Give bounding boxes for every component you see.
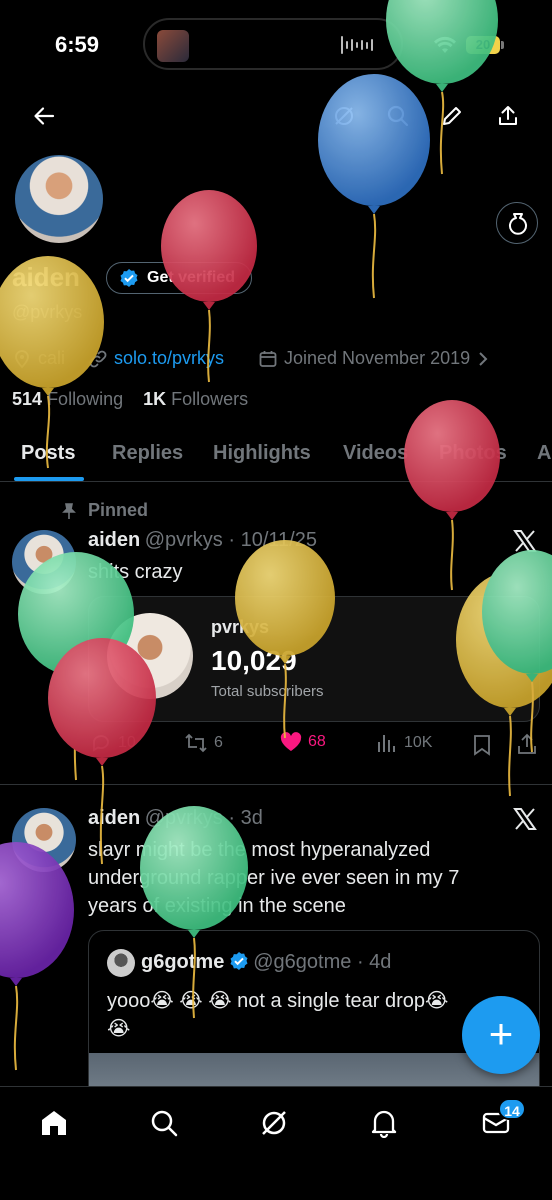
now-playing-artwork xyxy=(157,30,189,62)
pinned-label: Pinned xyxy=(88,500,149,520)
profile-name: aiden xyxy=(12,262,80,292)
following-link[interactable]: 514 Following xyxy=(12,389,123,409)
profile-location: cali xyxy=(12,348,65,369)
dynamic-island[interactable] xyxy=(143,18,403,70)
tab-posts[interactable]: Posts xyxy=(21,442,75,465)
profile-joined[interactable]: Joined November 2019 xyxy=(258,348,490,369)
heart-filled-icon xyxy=(280,732,302,751)
compose-post-button[interactable]: + xyxy=(462,996,540,1074)
balloon-purple xyxy=(0,842,74,1071)
card-number: 10,029 xyxy=(211,645,297,676)
active-tab-indicator xyxy=(14,477,84,481)
share-icon[interactable] xyxy=(492,100,524,132)
get-verified-label: Get verified xyxy=(147,269,236,286)
x-logo-icon xyxy=(513,808,537,830)
card-subtitle: Total subscribers xyxy=(211,683,324,700)
notifications-bell-icon[interactable] xyxy=(364,1103,404,1143)
tab-videos[interactable]: Videos xyxy=(343,442,408,465)
audio-waveform-icon xyxy=(341,34,373,56)
quote-avatar xyxy=(107,949,135,977)
post-date: 10/11/25 xyxy=(240,529,317,551)
location-pin-icon xyxy=(15,349,29,368)
post-header: aiden @pvrkys · 10/11/25 xyxy=(88,529,317,551)
profile-handle: @pvrkys xyxy=(12,302,83,322)
quote-author-handle: @g6gotme xyxy=(253,951,352,973)
post-date: 3d xyxy=(240,807,263,829)
tab-photos[interactable]: Photos xyxy=(439,442,507,465)
post-header: aiden @pvrkys · 3d xyxy=(88,807,263,829)
tab-replies[interactable]: Replies xyxy=(112,442,183,465)
post-author-handle: @pvrkys xyxy=(144,529,223,551)
quote-date: 4d xyxy=(369,951,392,973)
post-text: shits crazy xyxy=(88,561,183,583)
post-author-handle: @pvrkys xyxy=(144,807,223,829)
post-author-name[interactable]: aiden xyxy=(88,807,140,829)
grok-icon[interactable] xyxy=(254,1103,294,1143)
profile-tabs: Posts Replies Highlights Videos Photos A xyxy=(0,436,552,482)
grok-analyze-button[interactable] xyxy=(496,202,538,244)
subscriber-card[interactable]: pvrkys 10,029 Total subscribers xyxy=(88,596,540,722)
repost-button[interactable]: 6 xyxy=(184,732,223,754)
money-bag-icon xyxy=(509,213,527,235)
balloon-red xyxy=(404,400,500,591)
tab-highlights[interactable]: Highlights xyxy=(213,442,311,465)
views-button[interactable]: 10K xyxy=(376,732,432,754)
messages-badge: 14 xyxy=(498,1098,526,1120)
views-icon xyxy=(378,735,395,752)
get-verified-button[interactable]: Get verified xyxy=(106,262,253,294)
grok-icon[interactable] xyxy=(328,100,360,132)
card-title: pvrkys xyxy=(211,617,270,637)
search-icon[interactable] xyxy=(382,100,414,132)
bottom-nav xyxy=(0,1086,552,1200)
reply-icon xyxy=(93,735,109,752)
tab-articles[interactable]: A xyxy=(537,442,551,465)
link-icon xyxy=(89,350,107,367)
bookmark-icon[interactable] xyxy=(472,734,492,756)
follow-stats: 514 Following 1K Followers xyxy=(12,389,248,410)
post-author-name[interactable]: aiden xyxy=(88,529,140,551)
profile-avatar[interactable] xyxy=(12,152,106,246)
verified-badge-icon xyxy=(230,952,248,970)
post-avatar[interactable] xyxy=(12,530,76,594)
post-text: slayr might be the most hyperanalyzed un… xyxy=(88,839,460,917)
edit-pencil-icon[interactable] xyxy=(436,100,468,132)
chevron-right-icon xyxy=(479,351,488,366)
post-divider xyxy=(0,784,552,785)
balloon-green xyxy=(386,0,498,175)
followers-link[interactable]: 1K Followers xyxy=(143,389,248,409)
quote-header: g6gotme @g6gotme · 4d xyxy=(141,951,392,973)
calendar-icon xyxy=(259,350,277,367)
home-icon[interactable] xyxy=(34,1103,74,1143)
battery-nub xyxy=(501,41,504,49)
like-button[interactable]: 68 xyxy=(280,732,326,752)
search-icon[interactable] xyxy=(144,1103,184,1143)
repost-icon xyxy=(185,733,207,753)
battery-indicator: 20 xyxy=(466,36,500,54)
wifi-icon xyxy=(434,36,456,53)
card-avatar xyxy=(107,613,193,699)
share-post-icon[interactable] xyxy=(516,733,538,755)
pin-icon xyxy=(62,503,76,519)
status-time: 6:59 xyxy=(55,32,100,57)
quote-author-name: g6gotme xyxy=(141,951,225,973)
post-avatar[interactable] xyxy=(12,808,76,872)
profile-website[interactable]: solo.to/pvrkys xyxy=(88,348,224,369)
verified-badge-icon xyxy=(120,269,138,287)
reply-button[interactable]: 10 xyxy=(90,732,136,754)
back-arrow-icon[interactable] xyxy=(28,100,60,132)
x-logo-icon xyxy=(513,530,537,552)
